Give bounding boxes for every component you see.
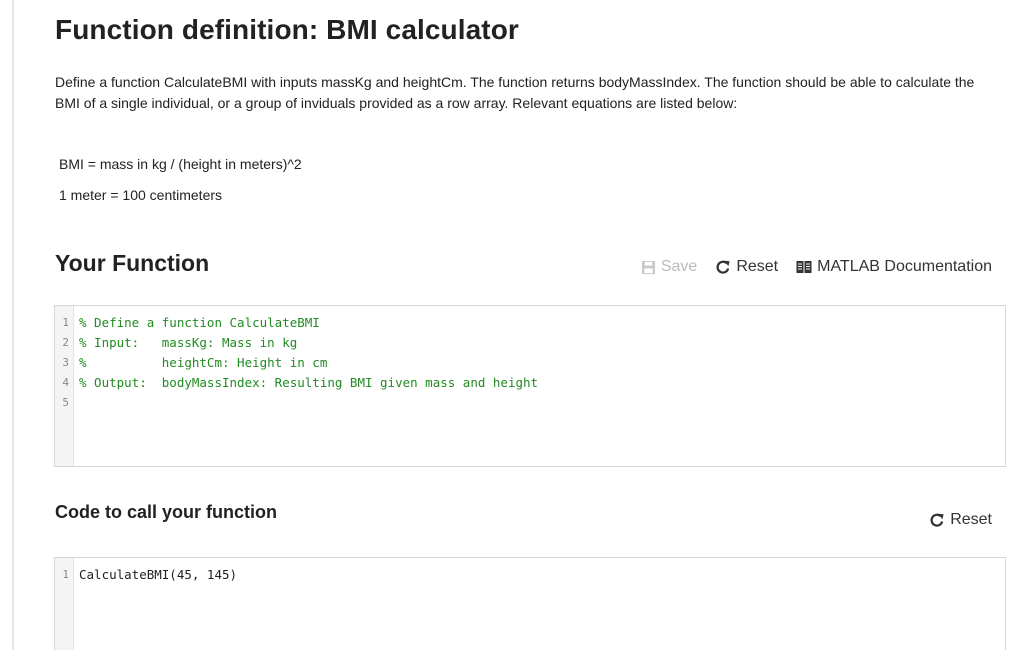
line-number: 5 (62, 396, 69, 409)
line-number: 1 (62, 568, 69, 581)
line-number: 1 (62, 316, 69, 329)
reset-label: Reset (736, 258, 779, 275)
page: Function definition: BMI calculator Defi… (0, 0, 1024, 650)
matlab-documentation-link[interactable]: MATLAB Documentation (796, 258, 992, 276)
function-toolbar: Save Reset MATLAB Documentation (623, 258, 992, 276)
save-button[interactable]: Save (641, 258, 697, 276)
equation-bmi: BMI = mass in kg / (height in meters)^2 (59, 156, 302, 172)
save-label: Save (660, 258, 698, 275)
reset-call-code-button[interactable]: Reset (929, 511, 992, 529)
call-code-title: Code to call your function (55, 502, 278, 522)
function-code-lines: 1 % Define a function CalculateBMI 2 % I… (55, 313, 1005, 413)
code-line[interactable]: 2 % Input: massKg: Mass in kg (55, 333, 1005, 353)
code-line[interactable]: 5 (55, 393, 1005, 413)
code-line[interactable]: 1 CalculateBMI(45, 145) (55, 565, 1005, 585)
code-line[interactable]: 1 % Define a function CalculateBMI (55, 313, 1005, 333)
code-text: % Input: massKg: Mass in kg (79, 335, 298, 350)
circular-arrow-icon (715, 259, 731, 275)
reset-function-button[interactable]: Reset (715, 258, 778, 276)
equation-meter: 1 meter = 100 centimeters (59, 187, 223, 203)
call-code-editor[interactable]: 1 CalculateBMI(45, 145) (54, 557, 1006, 650)
circular-arrow-icon (929, 512, 945, 528)
documentation-label: MATLAB Documentation (817, 258, 992, 275)
line-number: 4 (62, 376, 69, 389)
function-code-editor[interactable]: 1 % Define a function CalculateBMI 2 % I… (54, 305, 1006, 467)
book-icon (796, 260, 812, 274)
line-number: 2 (62, 336, 69, 349)
call-code-lines: 1 CalculateBMI(45, 145) (55, 565, 1005, 585)
page-title: Function definition: BMI calculator (55, 14, 519, 45)
code-text: CalculateBMI(45, 145) (79, 567, 238, 582)
left-divider (12, 0, 14, 650)
line-number: 3 (62, 356, 69, 369)
floppy-disk-icon (641, 260, 656, 275)
code-text: % heightCm: Height in cm (79, 355, 328, 370)
code-line[interactable]: 4 % Output: bodyMassIndex: Resulting BMI… (55, 373, 1005, 393)
reset-label: Reset (950, 511, 992, 528)
problem-description: Define a function CalculateBMI with inpu… (55, 74, 975, 111)
call-code-toolbar: Reset (911, 511, 992, 529)
code-line[interactable]: 3 % heightCm: Height in cm (55, 353, 1005, 373)
code-text: % Output: bodyMassIndex: Resulting BMI g… (79, 375, 539, 390)
code-text: % Define a function CalculateBMI (79, 315, 320, 330)
your-function-title: Your Function (55, 250, 210, 276)
